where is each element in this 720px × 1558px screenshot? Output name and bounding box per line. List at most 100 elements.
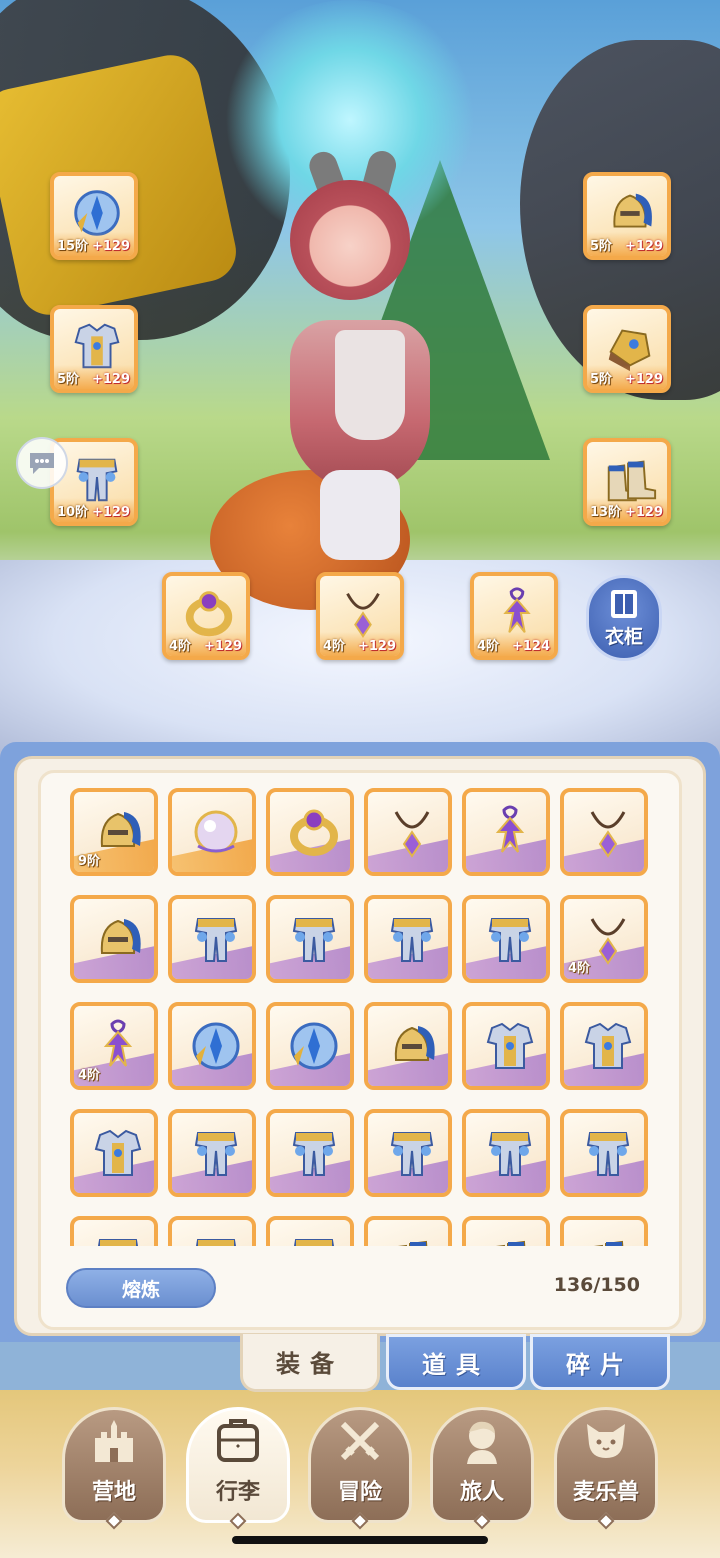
inventory-slot[interactable] xyxy=(462,1109,550,1197)
equip-slot-ring[interactable]: 4阶 +129 xyxy=(162,572,250,660)
inventory-slot[interactable] xyxy=(462,1216,550,1246)
nav-label: 营地 xyxy=(91,1480,136,1505)
nav-luggage[interactable]: 行李 xyxy=(186,1407,290,1523)
inventory-slot[interactable] xyxy=(560,1109,648,1197)
nav-label: 旅人 xyxy=(459,1480,504,1505)
equip-slot-amulet[interactable]: 4阶 +124 xyxy=(470,572,558,660)
equip-slot-head[interactable]: 5阶 +129 xyxy=(583,172,671,260)
castle-icon xyxy=(95,1420,133,1462)
inventory-slot[interactable] xyxy=(266,788,354,876)
nav-pets[interactable]: 麦乐兽 xyxy=(554,1407,658,1523)
home-indicator[interactable] xyxy=(232,1536,488,1544)
chat-button[interactable] xyxy=(16,437,68,489)
inventory-slot[interactable] xyxy=(364,1216,452,1246)
inventory-slot[interactable] xyxy=(168,895,256,983)
equip-slot-armor[interactable]: 5阶 +129 xyxy=(50,305,138,393)
boots-icon xyxy=(593,1240,624,1246)
inventory-slot[interactable]: 9阶 xyxy=(70,788,158,876)
winged-helmet-icon xyxy=(100,919,141,954)
armor-icon xyxy=(486,1022,534,1069)
nav-label: 行李 xyxy=(215,1480,260,1505)
equip-slot-helmet[interactable]: 15阶 +129 xyxy=(50,172,138,260)
pearl-orb-icon xyxy=(194,810,238,854)
boots-icon xyxy=(397,1240,428,1246)
inventory-slot[interactable] xyxy=(168,1109,256,1197)
character-head xyxy=(290,180,410,300)
leg-armor-icon xyxy=(293,1239,335,1246)
leg-armor-icon xyxy=(292,918,336,962)
character-legs xyxy=(320,470,400,560)
inventory-slot[interactable] xyxy=(266,1109,354,1197)
leg-armor-icon xyxy=(97,1239,139,1246)
inventory-slot[interactable]: 4阶 xyxy=(70,1002,158,1090)
slot-tier: 13阶 xyxy=(590,505,622,520)
inventory-grid: 9阶 4阶 4阶 xyxy=(70,788,654,1246)
necklace-icon xyxy=(394,811,430,858)
wardrobe-icon xyxy=(611,589,637,618)
slot-tier: 4阶 xyxy=(78,1068,101,1083)
winged-helmet-icon xyxy=(394,1026,435,1061)
inventory-slot[interactable] xyxy=(266,895,354,983)
inventory-slot[interactable] xyxy=(364,788,452,876)
inventory-slot[interactable]: 4阶 xyxy=(560,895,648,983)
tab-fragments[interactable]: 碎片 xyxy=(530,1334,670,1390)
tab-items[interactable]: 道具 xyxy=(386,1334,526,1390)
leg-armor-icon xyxy=(292,1132,336,1176)
luggage-icon xyxy=(217,1419,259,1462)
tab-equipment[interactable]: 装备 xyxy=(240,1334,380,1392)
nav-camp[interactable]: 营地 xyxy=(62,1407,166,1523)
leg-armor-icon xyxy=(390,1132,434,1176)
amulet-icon xyxy=(495,805,525,853)
inventory-slot[interactable] xyxy=(70,1109,158,1197)
inventory-slot[interactable] xyxy=(560,1216,648,1246)
wardrobe-label: 衣柜 xyxy=(604,625,643,648)
inventory-capacity: 136/150 xyxy=(553,1274,640,1296)
equip-slot-gloves[interactable]: 5阶 +129 xyxy=(583,305,671,393)
slot-tier: 5阶 xyxy=(590,372,613,387)
leg-armor-icon xyxy=(195,1239,237,1246)
inventory-slot[interactable] xyxy=(168,1002,256,1090)
inventory-slot[interactable] xyxy=(266,1002,354,1090)
helmet-orb-icon xyxy=(290,1022,338,1070)
inventory-slot[interactable] xyxy=(70,895,158,983)
inventory-slot[interactable] xyxy=(168,1216,256,1246)
inventory-slot[interactable] xyxy=(70,1216,158,1246)
inventory-slot[interactable] xyxy=(168,788,256,876)
inventory-slot[interactable] xyxy=(462,1002,550,1090)
nav-label: 麦乐兽 xyxy=(572,1480,639,1505)
slot-tier: 4阶 xyxy=(477,639,500,654)
slot-plus: +129 xyxy=(357,639,396,654)
slot-plus: +129 xyxy=(624,239,663,254)
slot-tier: 15阶 xyxy=(57,239,89,254)
ring-icon xyxy=(290,809,338,856)
leg-armor-icon xyxy=(488,918,532,962)
slot-plus: +129 xyxy=(91,239,130,254)
leg-armor-icon xyxy=(488,1132,532,1176)
equip-slot-boots[interactable]: 13阶 +129 xyxy=(583,438,671,526)
smelt-button[interactable]: 熔炼 xyxy=(66,1268,216,1308)
slot-plus: +129 xyxy=(624,505,663,520)
leg-armor-icon xyxy=(194,918,238,962)
slot-plus: +124 xyxy=(511,639,550,654)
inventory-slot[interactable] xyxy=(560,788,648,876)
slot-tier: 4阶 xyxy=(323,639,346,654)
inventory-slot[interactable] xyxy=(462,788,550,876)
nav-adventure[interactable]: 冒险 xyxy=(308,1407,412,1523)
nav-traveler[interactable]: 旅人 xyxy=(430,1407,534,1523)
cat-icon xyxy=(587,1424,625,1458)
inventory-slot[interactable] xyxy=(462,895,550,983)
equip-slot-necklace[interactable]: 4阶 +129 xyxy=(316,572,404,660)
nav-label: 冒险 xyxy=(337,1480,382,1505)
wardrobe-button[interactable]: 衣柜 xyxy=(586,575,662,661)
inventory-slot[interactable] xyxy=(364,895,452,983)
inventory-slot[interactable] xyxy=(364,1109,452,1197)
traveler-icon xyxy=(467,1421,497,1464)
inventory-slot[interactable] xyxy=(266,1216,354,1246)
inventory-grid-scroll[interactable]: 9阶 4阶 4阶 xyxy=(70,788,654,1246)
inventory-slot[interactable] xyxy=(560,1002,648,1090)
inventory-slot[interactable] xyxy=(364,1002,452,1090)
armor-icon xyxy=(94,1129,142,1176)
slot-plus: +129 xyxy=(203,639,242,654)
character-apron xyxy=(335,330,405,440)
boots-icon xyxy=(495,1240,526,1246)
